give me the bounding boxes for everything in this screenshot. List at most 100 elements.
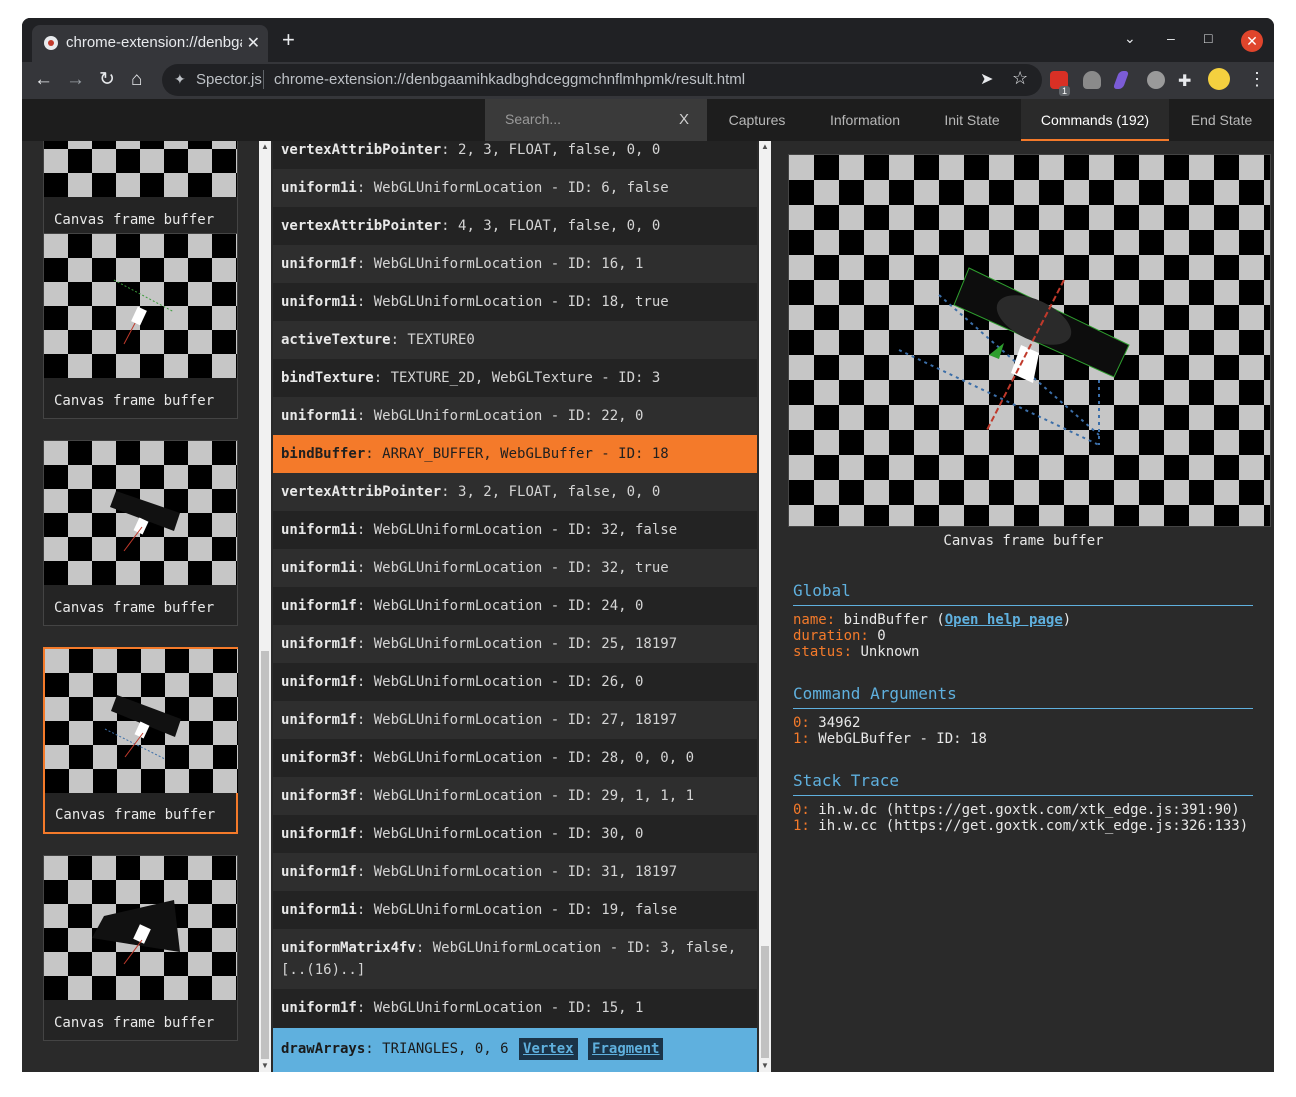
scrollbar-thumb[interactable] xyxy=(761,946,769,1058)
extension-badge: 1 xyxy=(1059,86,1071,96)
search-clear-icon[interactable]: X xyxy=(679,111,689,128)
command-args: : TRIANGLES, 0, 6 xyxy=(365,1041,509,1057)
site-name: Spector.js xyxy=(196,71,262,88)
stack-frame-value: ih.w.cc (https://get.goxtk.com/xtk_edge.… xyxy=(818,818,1249,834)
thumbnail-item-selected[interactable]: Canvas frame buffer xyxy=(43,647,238,834)
command-row[interactable]: uniform1f: WebGLUniformLocation - ID: 16… xyxy=(273,245,757,283)
command-row[interactable]: uniform1f: WebGLUniformLocation - ID: 15… xyxy=(273,989,757,1027)
feather-extension-icon[interactable] xyxy=(1112,71,1130,89)
argument-row: 0: 34962 xyxy=(793,715,860,731)
fragment-shader-link[interactable]: Fragment xyxy=(588,1038,664,1060)
back-button[interactable]: ← xyxy=(34,69,53,91)
argument-row: 1: WebGLBuffer - ID: 18 xyxy=(793,731,987,747)
draw-command-row[interactable]: drawArrays: TRIANGLES, 0, 6 Vertex Fragm… xyxy=(273,1028,757,1072)
chrome-menu-icon[interactable]: ⋮ xyxy=(1248,69,1266,90)
command-row-selected[interactable]: bindBuffer: ARRAY_BUFFER, WebGLBuffer - … xyxy=(273,435,757,473)
command-name: vertexAttribPointer xyxy=(281,484,442,500)
url-text[interactable]: chrome-extension://denbgaamihkadbghdcegg… xyxy=(274,71,745,88)
maximize-button[interactable]: □ xyxy=(1204,30,1212,46)
extension-puzzle-icon: ✦ xyxy=(174,71,186,87)
command-row[interactable]: uniform1f: WebGLUniformLocation - ID: 24… xyxy=(273,587,757,625)
command-args: : WebGLUniformLocation - ID: 27, 18197 xyxy=(356,712,678,728)
profile-avatar[interactable] xyxy=(1208,68,1230,90)
tab-close-icon[interactable]: ✕ xyxy=(247,33,260,53)
command-name-value: bindBuffer xyxy=(843,612,928,628)
tab-end-state[interactable]: End State xyxy=(1169,99,1274,141)
command-row[interactable]: uniform1i: WebGLUniformLocation - ID: 6,… xyxy=(273,169,757,207)
thumbnails-scrollbar[interactable]: ▲ ▼ xyxy=(259,141,271,1072)
command-row[interactable]: uniform1i: WebGLUniformLocation - ID: 32… xyxy=(273,511,757,549)
command-args: : WebGLUniformLocation - ID: 29, 1, 1, 1 xyxy=(356,788,695,804)
thumbnail-label: Canvas frame buffer xyxy=(54,600,215,616)
minimize-button[interactable]: – xyxy=(1167,30,1175,46)
browser-tab[interactable]: chrome-extension://denbgaamihkadbghdcegg… xyxy=(32,25,268,62)
command-row[interactable]: vertexAttribPointer: 2, 3, FLOAT, false,… xyxy=(273,141,757,169)
command-name: uniform1f xyxy=(281,864,357,880)
scene-sketch xyxy=(104,695,181,760)
scroll-up-arrow-icon[interactable]: ▲ xyxy=(759,141,771,153)
command-row[interactable]: uniform1f: WebGLUniformLocation - ID: 25… xyxy=(273,625,757,663)
extensions-puzzle-icon[interactable]: ✚ xyxy=(1178,71,1196,90)
thumbnail-item[interactable]: Canvas frame buffer xyxy=(43,855,238,1041)
tab-commands[interactable]: Commands (192) xyxy=(1021,99,1169,141)
command-row[interactable]: bindTexture: TEXTURE_2D, WebGLTexture - … xyxy=(273,359,757,397)
tab-search-dropdown-icon[interactable]: ⌄ xyxy=(1124,30,1136,47)
home-button[interactable]: ⌂ xyxy=(131,69,142,91)
command-args: : WebGLUniformLocation - ID: 25, 18197 xyxy=(356,636,678,652)
command-row[interactable]: uniform1f: WebGLUniformLocation - ID: 27… xyxy=(273,701,757,739)
tab-information[interactable]: Information xyxy=(807,99,923,141)
reload-button[interactable]: ↻ xyxy=(99,69,115,91)
thumbnail-item[interactable]: Canvas frame buffer xyxy=(43,233,238,419)
forward-button[interactable]: → xyxy=(66,69,85,91)
tab-strip: chrome-extension://denbgaamihkadbghdcegg… xyxy=(22,18,1274,62)
command-row[interactable]: uniform1i: WebGLUniformLocation - ID: 32… xyxy=(273,549,757,587)
thumbnail-item[interactable]: Canvas frame buffer xyxy=(43,440,238,626)
scroll-up-arrow-icon[interactable]: ▲ xyxy=(259,141,271,153)
key-label: 1: xyxy=(793,731,810,747)
new-tab-button[interactable]: + xyxy=(282,29,295,51)
command-row[interactable]: uniform1f: WebGLUniformLocation - ID: 26… xyxy=(273,663,757,701)
command-name: uniform1f xyxy=(281,256,357,272)
command-name: uniform1f xyxy=(281,1000,357,1016)
section-divider xyxy=(793,708,1253,709)
command-row[interactable]: vertexAttribPointer: 3, 2, FLOAT, false,… xyxy=(273,473,757,511)
command-name: uniform1i xyxy=(281,902,357,918)
command-name: uniform1i xyxy=(281,180,357,196)
tab-init-state[interactable]: Init State xyxy=(923,99,1021,141)
command-row[interactable]: uniform3f: WebGLUniformLocation - ID: 29… xyxy=(273,777,757,815)
thumbnail-image xyxy=(45,649,238,793)
address-bar[interactable]: ✦ Spector.js chrome-extension://denbgaam… xyxy=(162,64,1042,96)
command-name: uniform3f xyxy=(281,788,357,804)
command-row[interactable]: uniform1f: WebGLUniformLocation - ID: 31… xyxy=(273,853,757,891)
scroll-down-arrow-icon[interactable]: ▼ xyxy=(259,1060,271,1072)
command-row[interactable]: uniform1f: WebGLUniformLocation - ID: 30… xyxy=(273,815,757,853)
browser-toolbar: ← → ↻ ⌂ ✦ Spector.js chrome-extension://… xyxy=(22,62,1274,99)
tab-captures[interactable]: Captures xyxy=(707,99,807,141)
scroll-down-arrow-icon[interactable]: ▼ xyxy=(759,1060,771,1072)
open-help-page-link[interactable]: Open help page xyxy=(945,612,1063,628)
command-row[interactable]: uniform3f: WebGLUniformLocation - ID: 28… xyxy=(273,739,757,777)
key-label: 1: xyxy=(793,818,810,834)
send-tab-icon[interactable]: ➤ xyxy=(980,69,993,89)
bookmark-star-icon[interactable]: ☆ xyxy=(1012,68,1028,89)
vertex-shader-link[interactable]: Vertex xyxy=(519,1038,578,1060)
command-row[interactable]: vertexAttribPointer: 4, 3, FLOAT, false,… xyxy=(273,207,757,245)
command-row[interactable]: uniform1i: WebGLUniformLocation - ID: 18… xyxy=(273,283,757,321)
global-duration-row: duration: 0 xyxy=(793,628,886,644)
command-row[interactable]: uniform1i: WebGLUniformLocation - ID: 19… xyxy=(273,891,757,929)
close-window-button[interactable]: ✕ xyxy=(1241,30,1263,52)
command-args: : 2, 3, FLOAT, false, 0, 0 xyxy=(441,142,661,158)
global-name-row: name: bindBuffer (Open help page) xyxy=(793,612,1072,628)
hexagon-extension-icon[interactable] xyxy=(1147,71,1165,89)
thumbnail-image xyxy=(44,234,237,378)
commands-scrollbar[interactable]: ▲ ▼ xyxy=(759,141,771,1072)
argument-value: WebGLBuffer - ID: 18 xyxy=(818,731,987,747)
command-row[interactable]: uniformMatrix4fv: WebGLUniformLocation -… xyxy=(273,929,757,989)
thumbnail-item[interactable]: Canvas frame buffer xyxy=(43,141,238,238)
command-search-box[interactable]: Search... X xyxy=(485,99,707,141)
ublock-shield-icon[interactable] xyxy=(1083,71,1101,89)
command-row[interactable]: activeTexture: TEXTURE0 xyxy=(273,321,757,359)
scrollbar-thumb[interactable] xyxy=(261,651,269,1059)
search-input[interactable]: Search... xyxy=(505,111,561,127)
command-row[interactable]: uniform1i: WebGLUniformLocation - ID: 22… xyxy=(273,397,757,435)
